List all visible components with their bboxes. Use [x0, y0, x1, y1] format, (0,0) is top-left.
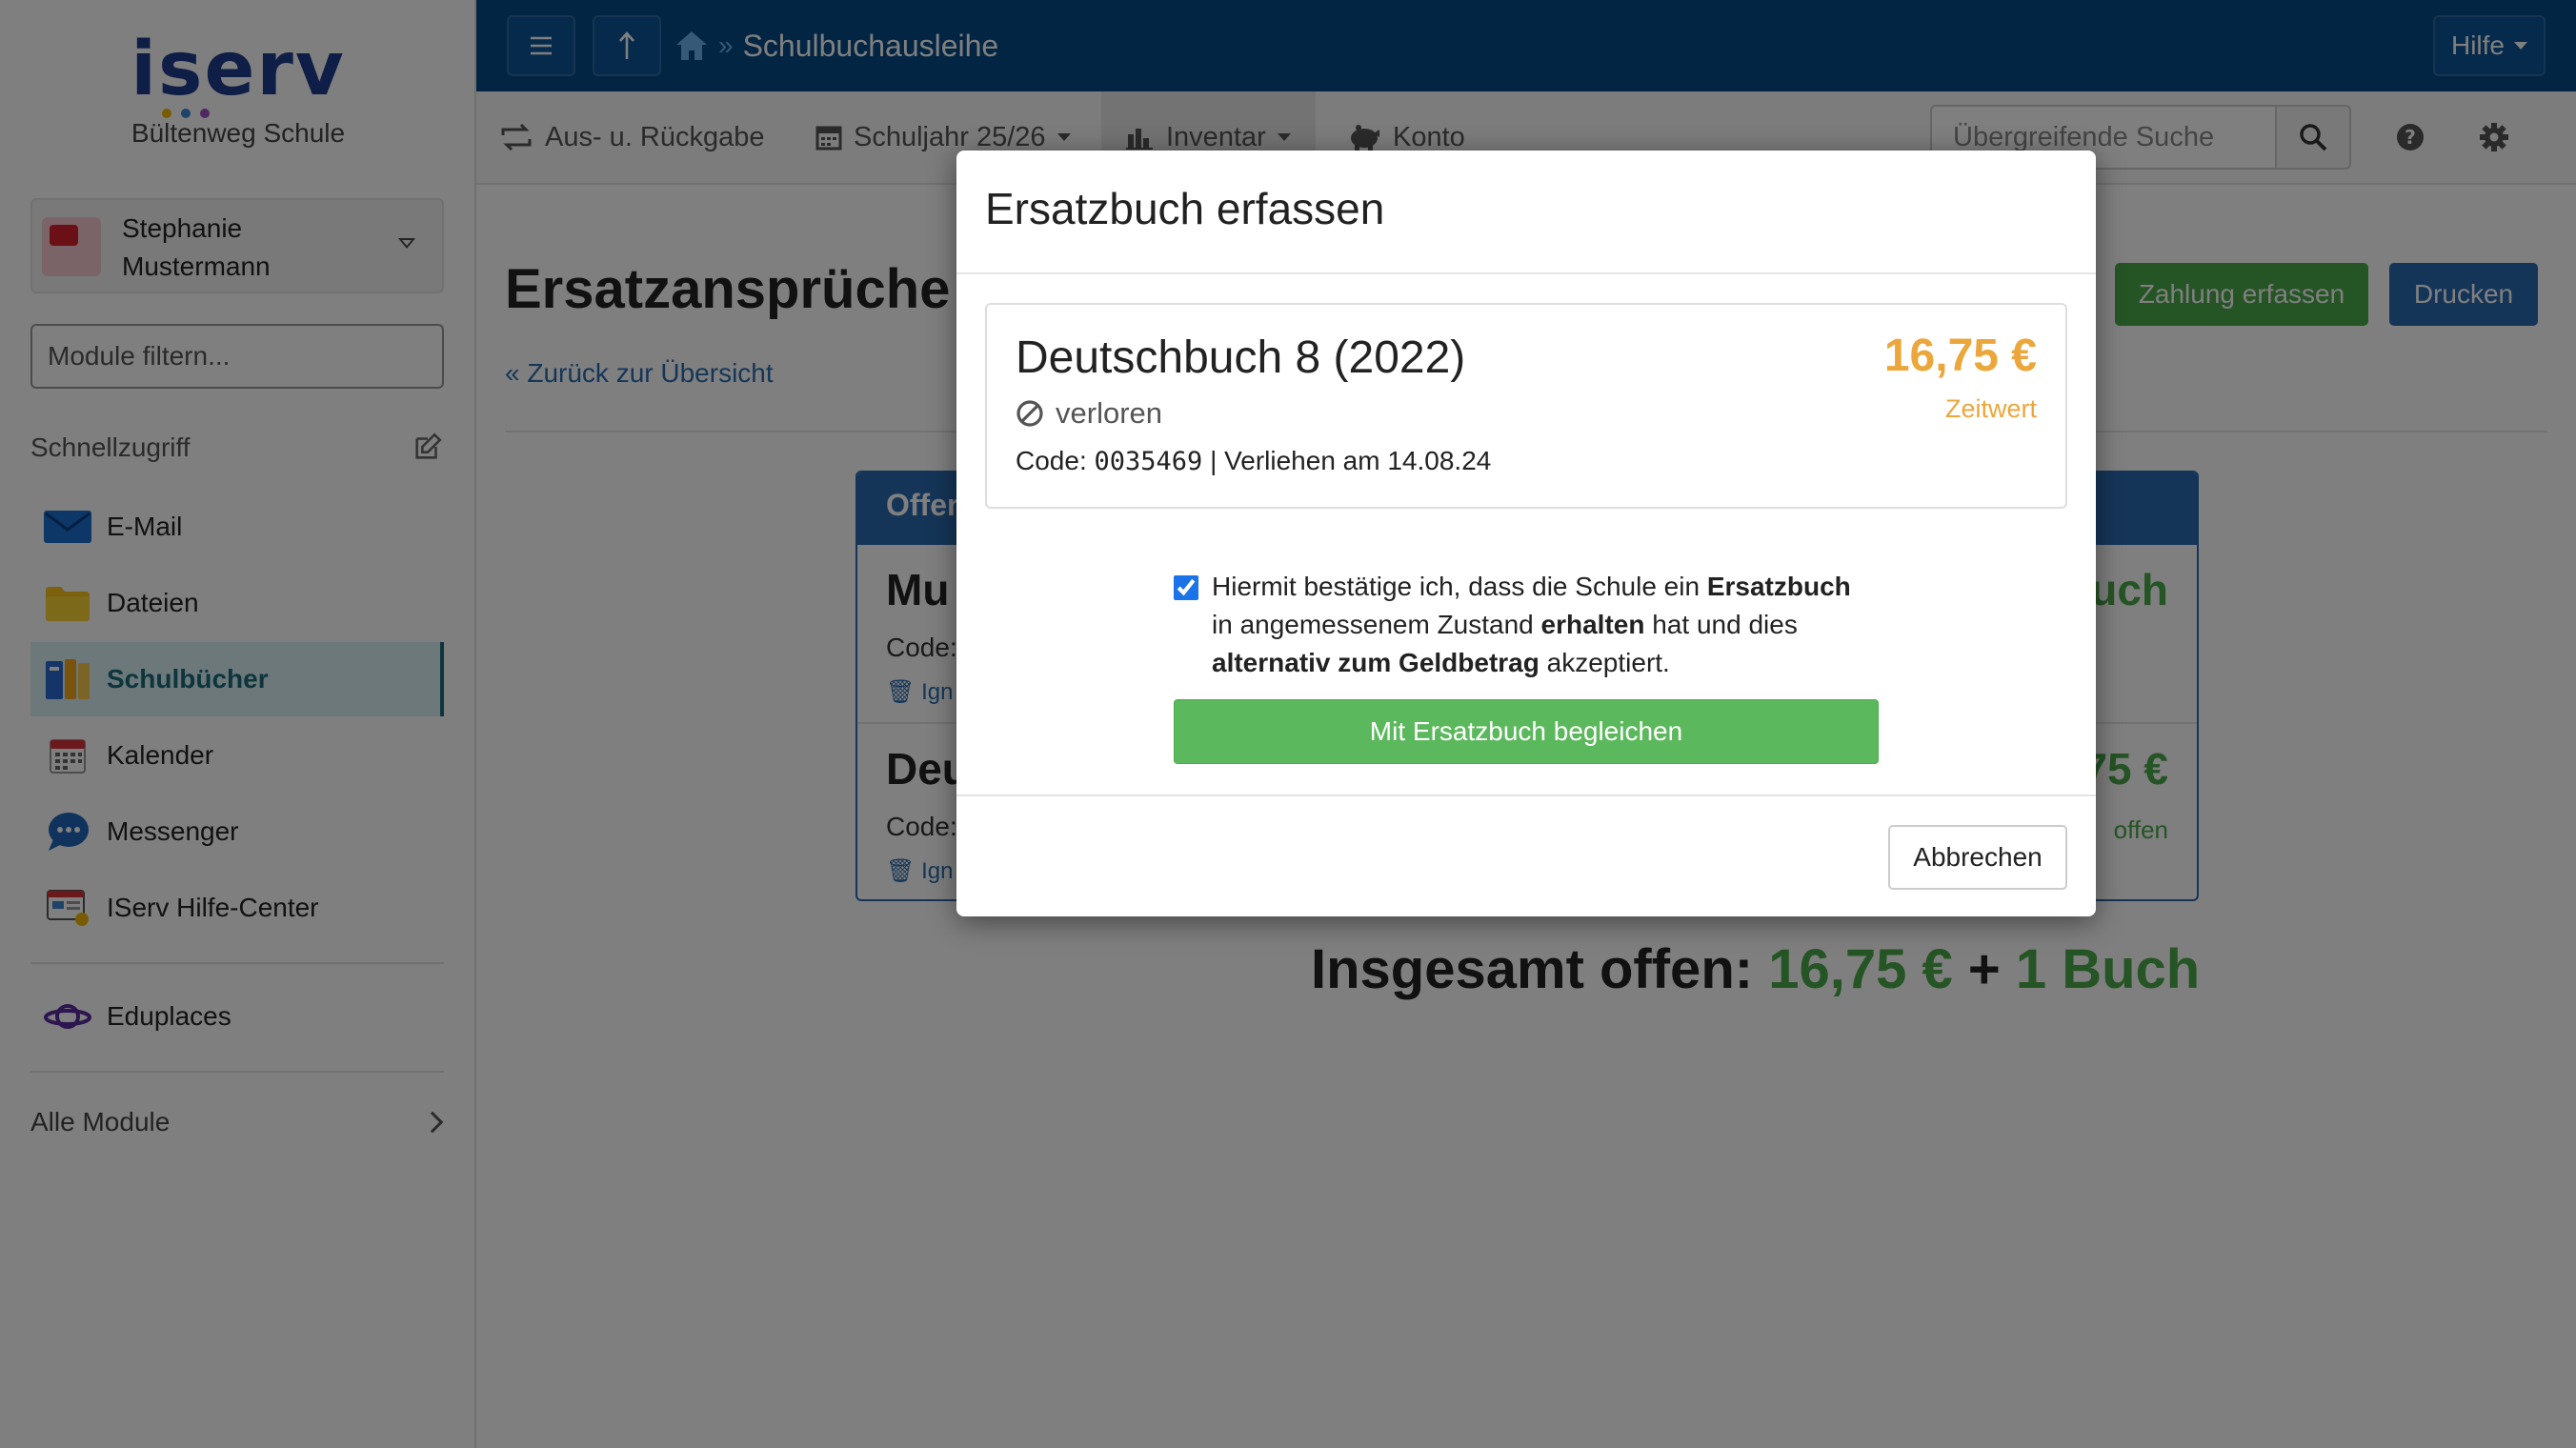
cancel-button[interactable]: Abbrechen — [1888, 825, 2067, 890]
ban-icon — [1016, 400, 1043, 427]
book-code: 0035469 — [1094, 447, 1203, 476]
dialog-title: Ersatzbuch erfassen — [985, 184, 1385, 233]
confirm-text: hat und dies — [1644, 610, 1798, 639]
replacement-book-dialog: Ersatzbuch erfassen Deutschbuch 8 (2022)… — [956, 151, 2096, 916]
book-code-line: Code: 0035469 | Verliehen am 14.08.24 — [1016, 446, 1491, 476]
book-price: 16,75 € — [1883, 331, 2037, 381]
confirm-text: Hiermit bestätige ich, dass die Schule e… — [1212, 572, 1707, 601]
price-label: Zeitwert — [1944, 394, 2037, 423]
confirm-text-bold: erhalten — [1540, 610, 1645, 639]
confirm-text-bold: Ersatzbuch — [1706, 572, 1851, 601]
code-label: Code: — [1016, 446, 1087, 475]
settle-with-replacement-button[interactable]: Mit Ersatzbuch begleichen — [1174, 699, 1879, 764]
confirm-checkbox-label[interactable]: Hiermit bestätige ich, dass die Schule e… — [1174, 568, 1879, 682]
lent-date: | Verliehen am 14.08.24 — [1210, 446, 1492, 475]
confirm-text: in angemessenem Zustand — [1212, 610, 1541, 639]
book-title: Deutschbuch 8 (2022) — [1016, 332, 1466, 383]
book-card: Deutschbuch 8 (2022) verloren Code: 0035… — [985, 303, 2067, 509]
confirm-text-bold: alternativ zum Geldbetrag — [1212, 648, 1540, 677]
confirm-checkbox[interactable] — [1174, 575, 1198, 600]
dialog-divider — [956, 794, 2096, 796]
book-status-label: verloren — [1056, 396, 1162, 430]
dialog-divider — [956, 272, 2096, 274]
book-status: verloren — [1016, 396, 1162, 431]
confirm-text: akzeptiert. — [1539, 648, 1670, 677]
